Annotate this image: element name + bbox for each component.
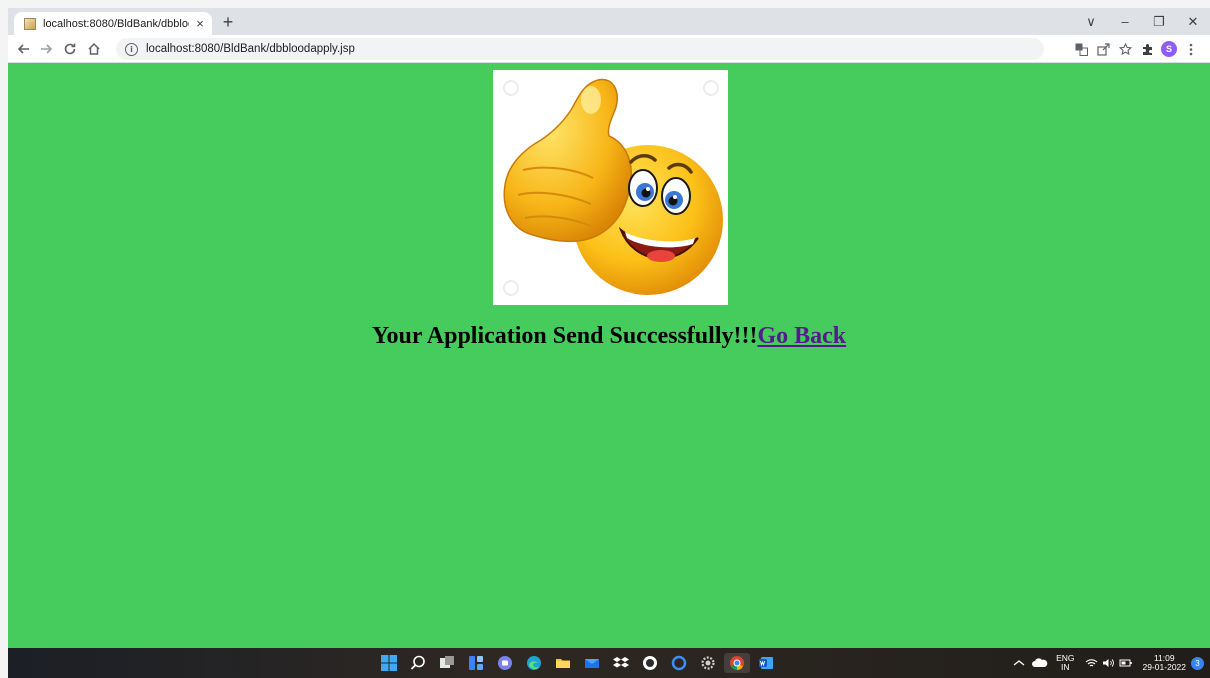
favicon-icon	[24, 17, 36, 30]
widgets-icon	[469, 656, 483, 670]
settings-button[interactable]	[695, 653, 721, 673]
task-view-icon	[440, 656, 454, 668]
search-icon	[410, 655, 425, 670]
cortana-icon	[671, 655, 687, 671]
tab-title: localhost:8080/BldBank/dbblood	[43, 17, 189, 30]
word-icon	[759, 657, 773, 669]
success-message-text: Your Application Send Successfully!!!	[371, 323, 758, 349]
toolbar-actions: S	[1070, 39, 1202, 59]
search-button[interactable]	[405, 653, 431, 673]
tab-search-button[interactable]: ∨	[1074, 8, 1108, 35]
extensions-puzzle-icon[interactable]	[1136, 39, 1158, 59]
word-button[interactable]	[753, 653, 779, 673]
teams-chat-icon	[498, 656, 512, 670]
browser-tab[interactable]: localhost:8080/BldBank/dbblood ×	[14, 12, 212, 35]
chrome-icon	[730, 656, 744, 670]
github-button[interactable]	[637, 653, 663, 673]
github-icon	[643, 656, 657, 670]
thumbs-up-emoji-icon	[503, 78, 723, 296]
cortana-button[interactable]	[666, 653, 692, 673]
edge-icon	[527, 656, 541, 670]
start-button[interactable]	[376, 653, 402, 673]
thumbs-up-emoji-image	[493, 70, 728, 305]
browser-toolbar: i localhost:8080/BldBank/dbbloodapply.js…	[8, 35, 1210, 63]
tab-strip: localhost:8080/BldBank/dbblood × + ∨ – ❐…	[8, 8, 1210, 35]
dropbox-button[interactable]	[608, 653, 634, 673]
windows-taskbar: ENG IN 11:09 29-01-2022 3	[8, 648, 1210, 678]
new-tab-button[interactable]: +	[218, 12, 238, 32]
mail-button[interactable]	[579, 653, 605, 673]
battery-icon[interactable]	[1119, 658, 1133, 668]
menu-kebab-icon[interactable]	[1180, 39, 1202, 59]
file-explorer-button[interactable]	[550, 653, 576, 673]
page-content: Your Application Send Successfully!!!Go …	[8, 63, 1210, 648]
edge-button[interactable]	[521, 653, 547, 673]
gear-icon	[701, 656, 715, 670]
notification-badge[interactable]: 3	[1191, 656, 1204, 670]
minimize-button[interactable]: –	[1108, 8, 1142, 35]
forward-button[interactable]	[36, 39, 56, 59]
widgets-button[interactable]	[463, 653, 489, 673]
clock[interactable]: 11:09 29-01-2022	[1143, 654, 1186, 672]
wifi-icon[interactable]	[1085, 658, 1098, 668]
bookmark-star-icon[interactable]	[1114, 39, 1136, 59]
folder-icon	[556, 659, 570, 668]
window-controls: ∨ – ❐ ✕	[1074, 8, 1210, 35]
taskbar-apps	[376, 653, 782, 673]
onedrive-cloud-icon[interactable]	[1032, 658, 1048, 668]
home-button[interactable]	[84, 39, 104, 59]
close-window-button[interactable]: ✕	[1176, 8, 1210, 35]
chevron-up-icon[interactable]	[1012, 658, 1026, 668]
system-tray: ENG IN 11:09 29-01-2022 3	[1012, 648, 1204, 678]
windows-logo-icon	[381, 655, 397, 671]
profile-avatar[interactable]: S	[1161, 41, 1177, 57]
arrow-right-icon	[41, 44, 53, 54]
back-button[interactable]	[14, 39, 34, 59]
mail-icon	[585, 659, 599, 668]
reload-button[interactable]	[60, 39, 80, 59]
arrow-left-icon	[17, 44, 29, 54]
chat-button[interactable]	[492, 653, 518, 673]
dropbox-icon	[613, 657, 629, 668]
tab-close-icon[interactable]: ×	[193, 16, 207, 31]
home-icon	[88, 42, 100, 55]
success-message: Your Application Send Successfully!!!Go …	[8, 323, 1210, 350]
url-text[interactable]: localhost:8080/BldBank/dbbloodapply.jsp	[146, 43, 355, 55]
info-icon[interactable]: i	[125, 42, 138, 56]
chrome-button[interactable]	[724, 653, 750, 673]
clock-date: 29-01-2022	[1142, 662, 1186, 672]
restore-button[interactable]: ❐	[1142, 8, 1176, 35]
go-back-link[interactable]: Go Back	[757, 323, 846, 349]
task-view-button[interactable]	[434, 653, 460, 673]
translate-icon[interactable]	[1070, 39, 1092, 59]
volume-icon[interactable]	[1102, 658, 1115, 668]
share-icon[interactable]	[1092, 39, 1114, 59]
screen: localhost:8080/BldBank/dbblood × + ∨ – ❐…	[0, 0, 1210, 678]
reload-icon	[64, 43, 76, 55]
language-indicator[interactable]: ENG IN	[1056, 654, 1074, 672]
address-bar[interactable]: i localhost:8080/BldBank/dbbloodapply.js…	[116, 38, 1044, 60]
region-code: IN	[1061, 662, 1070, 672]
